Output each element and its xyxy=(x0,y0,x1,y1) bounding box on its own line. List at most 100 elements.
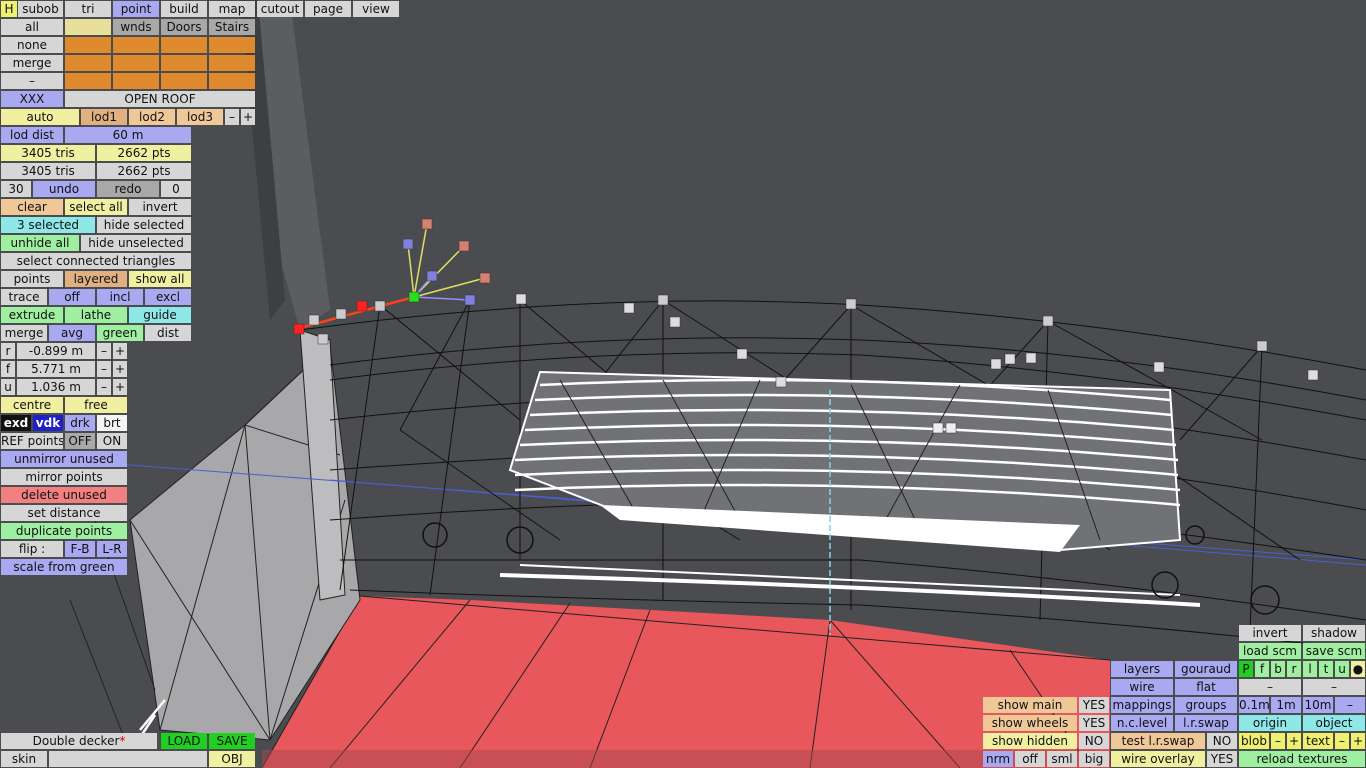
menu-subob[interactable]: subob xyxy=(18,1,63,17)
shade-brt-button[interactable]: brt xyxy=(97,415,127,431)
merge-dist-button[interactable]: dist xyxy=(145,325,191,341)
unhide-all-button[interactable]: unhide all xyxy=(1,235,79,251)
coord-f-minus[interactable]: – xyxy=(97,361,111,377)
menu-h[interactable]: H xyxy=(1,1,17,17)
grid-minus-button[interactable]: – xyxy=(1335,697,1365,713)
origin-button[interactable]: origin xyxy=(1239,715,1301,731)
merge-avg-button[interactable]: avg xyxy=(49,325,95,341)
pivot-centre-button[interactable]: centre xyxy=(1,397,63,413)
group-slot[interactable] xyxy=(209,73,255,89)
menu-view[interactable]: view xyxy=(353,1,399,17)
grid-10m-button[interactable]: 10m xyxy=(1303,697,1333,713)
text-plus[interactable]: + xyxy=(1351,733,1365,749)
group-remove-button[interactable]: – xyxy=(1,73,63,89)
wire-button[interactable]: wire xyxy=(1111,679,1173,695)
menu-map[interactable]: map xyxy=(209,1,255,17)
open-roof-button[interactable]: OPEN ROOF xyxy=(65,91,255,107)
group-slot[interactable] xyxy=(113,55,159,71)
unmirror-unused-button[interactable]: unmirror unused xyxy=(1,451,127,467)
duplicate-points-button[interactable]: duplicate points xyxy=(1,523,127,539)
group-slot[interactable] xyxy=(161,37,207,53)
flip-lr-button[interactable]: L-R xyxy=(97,541,127,557)
group-slot[interactable] xyxy=(113,73,159,89)
ref-off-button[interactable]: OFF xyxy=(65,433,95,449)
size-nrm-button[interactable]: nrm xyxy=(983,751,1013,767)
select-all-group-button[interactable]: all xyxy=(1,19,63,35)
invert-normals-button[interactable]: invert xyxy=(1239,625,1301,641)
show-wheels-yes[interactable]: YES xyxy=(1079,715,1109,731)
ref-on-button[interactable]: ON xyxy=(97,433,127,449)
grid-1m-button[interactable]: 1m xyxy=(1271,697,1301,713)
xxx-button[interactable]: XXX xyxy=(1,91,63,107)
flat-button[interactable]: flat xyxy=(1175,679,1237,695)
set-distance-button[interactable]: set distance xyxy=(1,505,127,521)
coord-u-minus[interactable]: – xyxy=(97,379,111,395)
trace-excl-button[interactable]: excl xyxy=(145,289,191,305)
size-off-button[interactable]: off xyxy=(1015,751,1045,767)
test-lr-swap-button[interactable]: test l.r.swap xyxy=(1111,733,1205,749)
group-slot[interactable] xyxy=(65,37,111,53)
flag-p[interactable]: P xyxy=(1239,661,1253,677)
blob-plus[interactable]: + xyxy=(1287,733,1301,749)
select-none-button[interactable]: none xyxy=(1,37,63,53)
delete-unused-button[interactable]: delete unused xyxy=(1,487,127,503)
test-lr-swap-no[interactable]: NO xyxy=(1207,733,1237,749)
size-sml-button[interactable]: sml xyxy=(1047,751,1077,767)
wire-overlay-yes[interactable]: YES xyxy=(1207,751,1237,767)
coord-u-plus[interactable]: + xyxy=(113,379,127,395)
show-all-button[interactable]: show all xyxy=(129,271,191,287)
lod2-button[interactable]: lod2 xyxy=(129,109,175,125)
coord-u-value[interactable]: 1.036 m xyxy=(17,379,95,395)
group-slot[interactable] xyxy=(113,37,159,53)
merge-points-button[interactable]: merge xyxy=(1,325,47,341)
lod-auto-button[interactable]: auto xyxy=(1,109,79,125)
flag-f[interactable]: f xyxy=(1255,661,1269,677)
model-name[interactable]: Double decker* xyxy=(1,733,157,749)
mirror-points-button[interactable]: mirror points xyxy=(1,469,127,485)
nc-level-button[interactable]: n.c.level xyxy=(1111,715,1173,731)
groups-button[interactable]: groups xyxy=(1175,697,1237,713)
lod-plus-button[interactable]: + xyxy=(241,109,255,125)
group-slot[interactable] xyxy=(209,55,255,71)
menu-cutout[interactable]: cutout xyxy=(257,1,303,17)
points-mode-button[interactable]: points xyxy=(1,271,63,287)
coord-r-minus[interactable]: – xyxy=(97,343,111,359)
show-wheels-label[interactable]: show wheels xyxy=(983,715,1077,731)
grid-01m-button[interactable]: 0.1m xyxy=(1239,697,1269,713)
load-scm-button[interactable]: load scm xyxy=(1239,643,1301,659)
dash-button-1[interactable]: – xyxy=(1239,679,1301,695)
shadow-button[interactable]: shadow xyxy=(1303,625,1365,641)
shade-drk-button[interactable]: drk xyxy=(65,415,95,431)
shade-vdk-button[interactable]: vdk xyxy=(33,415,63,431)
show-hidden-label[interactable]: show hidden xyxy=(983,733,1077,749)
lathe-button[interactable]: lathe xyxy=(65,307,127,323)
layers-button[interactable]: layers xyxy=(1111,661,1173,677)
show-hidden-no[interactable]: NO xyxy=(1079,733,1109,749)
group-color-swatch[interactable] xyxy=(65,19,111,35)
mappings-button[interactable]: mappings xyxy=(1111,697,1173,713)
coord-f-value[interactable]: 5.771 m xyxy=(17,361,95,377)
lod-dist-value[interactable]: 60 m xyxy=(65,127,191,143)
menu-point[interactable]: point xyxy=(113,1,159,17)
scale-from-green-button[interactable]: scale from green xyxy=(1,559,127,575)
pivot-free-button[interactable]: free xyxy=(65,397,127,413)
size-big-button[interactable]: big xyxy=(1079,751,1109,767)
show-main-label[interactable]: show main xyxy=(983,697,1077,713)
coord-r-value[interactable]: -0.899 m xyxy=(17,343,95,359)
flag-t[interactable]: t xyxy=(1319,661,1333,677)
load-button[interactable]: LOAD xyxy=(161,733,207,749)
merge-green-button[interactable]: green xyxy=(97,325,143,341)
text-button[interactable]: text xyxy=(1303,733,1333,749)
blob-minus[interactable]: – xyxy=(1271,733,1285,749)
text-minus[interactable]: – xyxy=(1335,733,1349,749)
flag-u[interactable]: u xyxy=(1335,661,1349,677)
save-button[interactable]: SAVE xyxy=(209,733,255,749)
flag-r[interactable]: r xyxy=(1287,661,1301,677)
flag-dot[interactable]: ● xyxy=(1351,661,1365,677)
menu-tri[interactable]: tri xyxy=(65,1,111,17)
layered-button[interactable]: layered xyxy=(65,271,127,287)
gouraud-button[interactable]: gouraud xyxy=(1175,661,1237,677)
undo-button[interactable]: undo xyxy=(33,181,95,197)
select-connected-button[interactable]: select connected triangles xyxy=(1,253,191,269)
shade-exd-button[interactable]: exd xyxy=(1,415,31,431)
